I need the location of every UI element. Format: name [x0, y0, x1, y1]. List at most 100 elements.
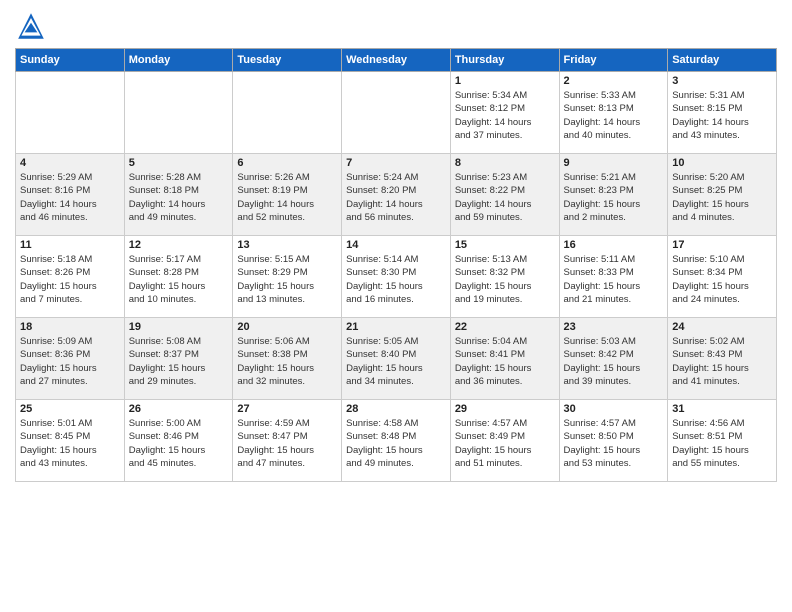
day-number: 13 — [237, 239, 337, 251]
calendar-cell: 22 Sunrise: 5:04 AM Sunset: 8:41 PM Dayli… — [450, 318, 559, 400]
weekday-header-sunday: Sunday — [16, 49, 125, 72]
calendar-cell: 5 Sunrise: 5:28 AM Sunset: 8:18 PM Daylig… — [124, 154, 233, 236]
day-number: 5 — [129, 157, 229, 169]
calendar-cell: 23Sunrise: 5:03 AM Sunset: 8:42 PM Dayli… — [559, 318, 668, 400]
day-info: Sunrise: 5:29 AM Sunset: 8:16 PM Dayligh… — [20, 171, 120, 224]
weekday-header-tuesday: Tuesday — [233, 49, 342, 72]
day-number: 1 — [455, 75, 555, 87]
day-info: Sunrise: 4:56 AM Sunset: 8:51 PM Dayligh… — [672, 417, 772, 470]
day-number: 19 — [129, 321, 229, 333]
calendar-cell: 8 Sunrise: 5:23 AM Sunset: 8:22 PM Daylig… — [450, 154, 559, 236]
logo-icon — [15, 10, 47, 42]
day-info: Sunrise: 5:02 AM Sunset: 8:43 PM Dayligh… — [672, 335, 772, 388]
day-number: 14 — [346, 239, 446, 251]
calendar-cell — [233, 72, 342, 154]
day-number: 20 — [237, 321, 337, 333]
day-number: 28 — [346, 403, 446, 415]
day-info: Sunrise: 5:24 AM Sunset: 8:20 PM Dayligh… — [346, 171, 446, 224]
calendar-cell: 3Sunrise: 5:31 AM Sunset: 8:15 PM Daylig… — [668, 72, 777, 154]
calendar-cell: 1 Sunrise: 5:34 AM Sunset: 8:12 PM Daylig… — [450, 72, 559, 154]
day-info: Sunrise: 5:33 AM Sunset: 8:13 PM Dayligh… — [564, 89, 664, 142]
calendar-cell: 14 Sunrise: 5:14 AM Sunset: 8:30 PM Dayli… — [342, 236, 451, 318]
week-row-1: 1 Sunrise: 5:34 AM Sunset: 8:12 PM Daylig… — [16, 72, 777, 154]
day-number: 21 — [346, 321, 446, 333]
day-info: Sunrise: 5:11 AM Sunset: 8:33 PM Dayligh… — [564, 253, 664, 306]
day-number: 8 — [455, 157, 555, 169]
calendar-cell: 6Sunrise: 5:26 AM Sunset: 8:19 PM Daylig… — [233, 154, 342, 236]
day-info: Sunrise: 5:31 AM Sunset: 8:15 PM Dayligh… — [672, 89, 772, 142]
day-info: Sunrise: 5:00 AM Sunset: 8:46 PM Dayligh… — [129, 417, 229, 470]
day-number: 4 — [20, 157, 120, 169]
day-info: Sunrise: 5:34 AM Sunset: 8:12 PM Dayligh… — [455, 89, 555, 142]
calendar-cell: 27 Sunrise: 4:59 AM Sunset: 8:47 PM Dayli… — [233, 400, 342, 482]
week-row-2: 4 Sunrise: 5:29 AM Sunset: 8:16 PM Daylig… — [16, 154, 777, 236]
day-info: Sunrise: 5:28 AM Sunset: 8:18 PM Dayligh… — [129, 171, 229, 224]
day-number: 12 — [129, 239, 229, 251]
day-info: Sunrise: 5:14 AM Sunset: 8:30 PM Dayligh… — [346, 253, 446, 306]
day-number: 6 — [237, 157, 337, 169]
day-number: 10 — [672, 157, 772, 169]
day-number: 11 — [20, 239, 120, 251]
calendar-cell: 20 Sunrise: 5:06 AM Sunset: 8:38 PM Dayli… — [233, 318, 342, 400]
day-info: Sunrise: 5:04 AM Sunset: 8:41 PM Dayligh… — [455, 335, 555, 388]
calendar-cell: 24 Sunrise: 5:02 AM Sunset: 8:43 PM Dayli… — [668, 318, 777, 400]
day-info: Sunrise: 4:58 AM Sunset: 8:48 PM Dayligh… — [346, 417, 446, 470]
day-number: 27 — [237, 403, 337, 415]
day-info: Sunrise: 5:21 AM Sunset: 8:23 PM Dayligh… — [564, 171, 664, 224]
calendar-table: SundayMondayTuesdayWednesdayThursdayFrid… — [15, 48, 777, 482]
calendar-cell — [124, 72, 233, 154]
week-row-3: 11 Sunrise: 5:18 AM Sunset: 8:26 PM Dayli… — [16, 236, 777, 318]
day-info: Sunrise: 5:10 AM Sunset: 8:34 PM Dayligh… — [672, 253, 772, 306]
calendar-cell: 2 Sunrise: 5:33 AM Sunset: 8:13 PM Daylig… — [559, 72, 668, 154]
weekday-header-friday: Friday — [559, 49, 668, 72]
day-number: 17 — [672, 239, 772, 251]
day-number: 25 — [20, 403, 120, 415]
calendar-cell: 30 Sunrise: 4:57 AM Sunset: 8:50 PM Dayli… — [559, 400, 668, 482]
calendar-cell: 17 Sunrise: 5:10 AM Sunset: 8:34 PM Dayli… — [668, 236, 777, 318]
day-number: 7 — [346, 157, 446, 169]
day-info: Sunrise: 5:08 AM Sunset: 8:37 PM Dayligh… — [129, 335, 229, 388]
weekday-header-thursday: Thursday — [450, 49, 559, 72]
day-info: Sunrise: 5:05 AM Sunset: 8:40 PM Dayligh… — [346, 335, 446, 388]
day-number: 29 — [455, 403, 555, 415]
day-info: Sunrise: 4:57 AM Sunset: 8:50 PM Dayligh… — [564, 417, 664, 470]
calendar-cell: 28 Sunrise: 4:58 AM Sunset: 8:48 PM Dayli… — [342, 400, 451, 482]
calendar-cell: 19 Sunrise: 5:08 AM Sunset: 8:37 PM Dayli… — [124, 318, 233, 400]
day-info: Sunrise: 5:18 AM Sunset: 8:26 PM Dayligh… — [20, 253, 120, 306]
day-info: Sunrise: 5:09 AM Sunset: 8:36 PM Dayligh… — [20, 335, 120, 388]
day-info: Sunrise: 5:06 AM Sunset: 8:38 PM Dayligh… — [237, 335, 337, 388]
calendar-cell: 12 Sunrise: 5:17 AM Sunset: 8:28 PM Dayli… — [124, 236, 233, 318]
day-info: Sunrise: 4:57 AM Sunset: 8:49 PM Dayligh… — [455, 417, 555, 470]
page-container: SundayMondayTuesdayWednesdayThursdayFrid… — [0, 0, 792, 612]
weekday-header-wednesday: Wednesday — [342, 49, 451, 72]
day-info: Sunrise: 5:13 AM Sunset: 8:32 PM Dayligh… — [455, 253, 555, 306]
calendar-cell: 25 Sunrise: 5:01 AM Sunset: 8:45 PM Dayli… — [16, 400, 125, 482]
weekday-header-saturday: Saturday — [668, 49, 777, 72]
calendar-cell: 7 Sunrise: 5:24 AM Sunset: 8:20 PM Daylig… — [342, 154, 451, 236]
header — [15, 10, 777, 42]
day-number: 23 — [564, 321, 664, 333]
day-info: Sunrise: 4:59 AM Sunset: 8:47 PM Dayligh… — [237, 417, 337, 470]
day-number: 22 — [455, 321, 555, 333]
calendar-cell: 15Sunrise: 5:13 AM Sunset: 8:32 PM Dayli… — [450, 236, 559, 318]
day-number: 18 — [20, 321, 120, 333]
calendar-cell: 13Sunrise: 5:15 AM Sunset: 8:29 PM Dayli… — [233, 236, 342, 318]
calendar-cell: 26Sunrise: 5:00 AM Sunset: 8:46 PM Dayli… — [124, 400, 233, 482]
calendar-cell: 29 Sunrise: 4:57 AM Sunset: 8:49 PM Dayli… — [450, 400, 559, 482]
day-number: 24 — [672, 321, 772, 333]
calendar-cell — [16, 72, 125, 154]
day-number: 16 — [564, 239, 664, 251]
weekday-header-row: SundayMondayTuesdayWednesdayThursdayFrid… — [16, 49, 777, 72]
calendar-cell: 9 Sunrise: 5:21 AM Sunset: 8:23 PM Daylig… — [559, 154, 668, 236]
weekday-header-monday: Monday — [124, 49, 233, 72]
calendar-cell — [342, 72, 451, 154]
calendar-cell: 31Sunrise: 4:56 AM Sunset: 8:51 PM Dayli… — [668, 400, 777, 482]
day-info: Sunrise: 5:17 AM Sunset: 8:28 PM Dayligh… — [129, 253, 229, 306]
day-info: Sunrise: 5:23 AM Sunset: 8:22 PM Dayligh… — [455, 171, 555, 224]
day-number: 2 — [564, 75, 664, 87]
day-number: 30 — [564, 403, 664, 415]
week-row-5: 25 Sunrise: 5:01 AM Sunset: 8:45 PM Dayli… — [16, 400, 777, 482]
day-info: Sunrise: 5:01 AM Sunset: 8:45 PM Dayligh… — [20, 417, 120, 470]
day-info: Sunrise: 5:20 AM Sunset: 8:25 PM Dayligh… — [672, 171, 772, 224]
day-number: 9 — [564, 157, 664, 169]
